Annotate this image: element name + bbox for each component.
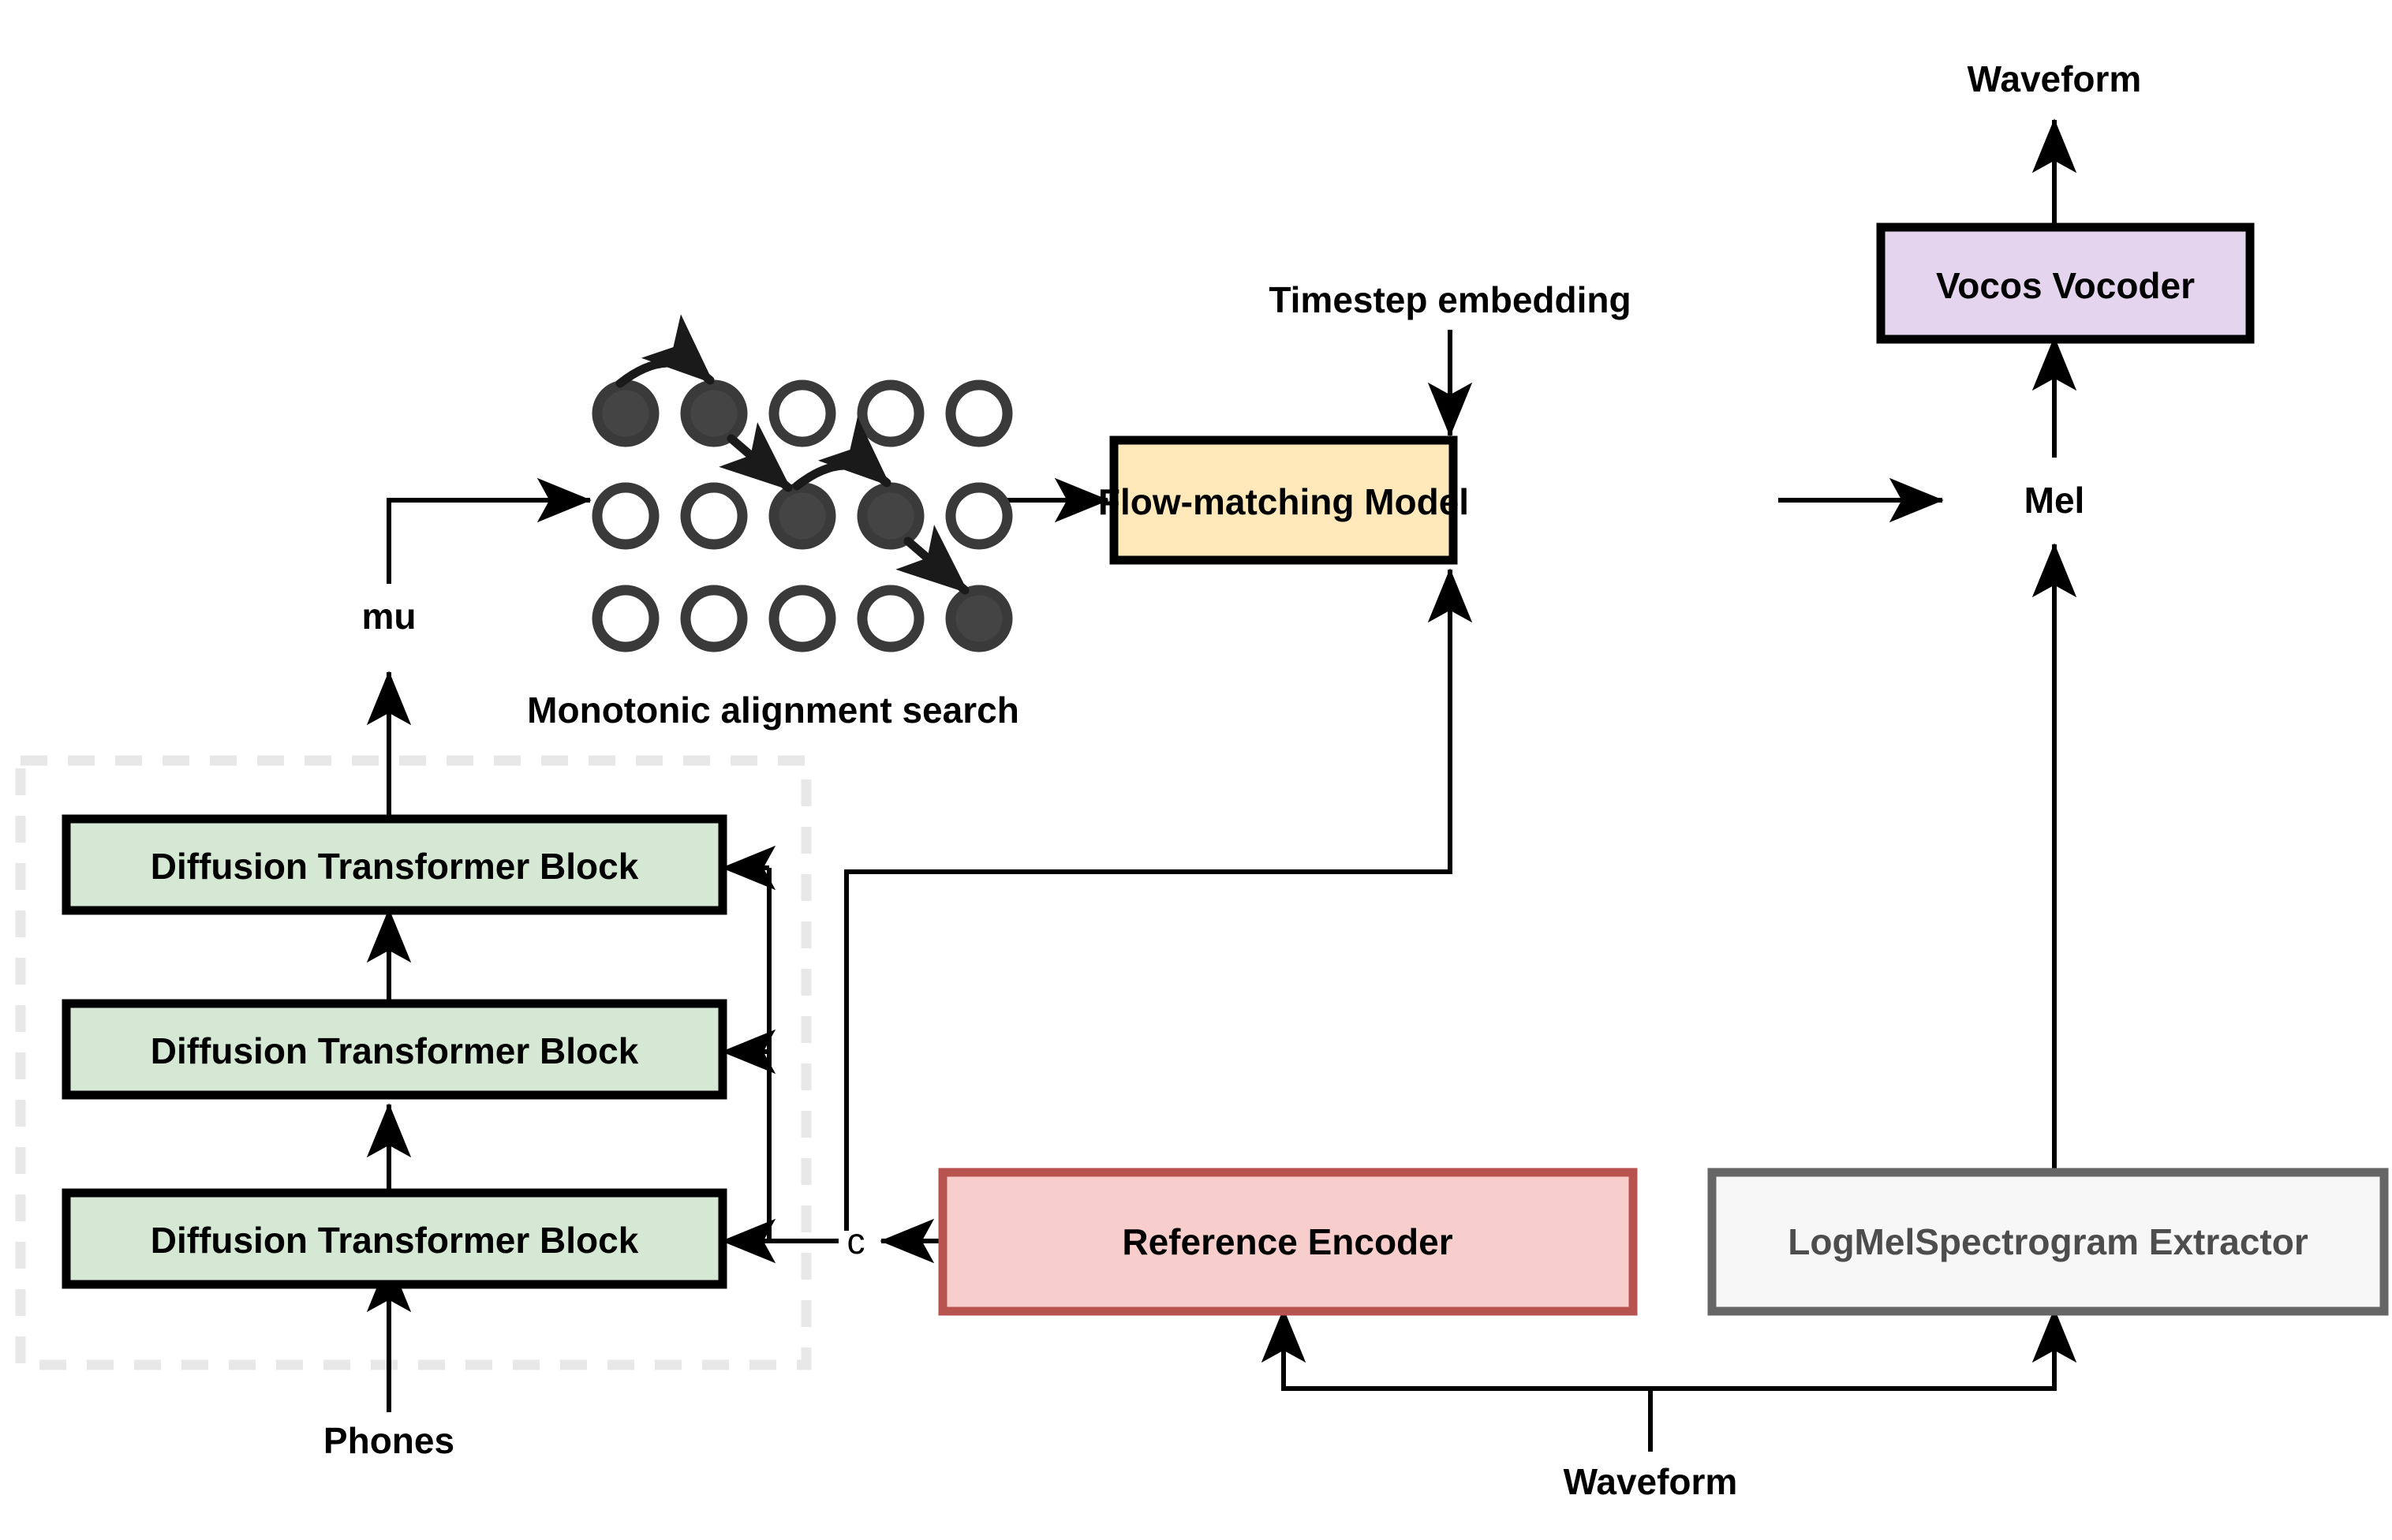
alignment-node-inactive (945, 379, 1013, 447)
logmel-extractor[interactable]: LogMelSpectrogram Extractor (1707, 1168, 2389, 1316)
alignment-node-inactive (592, 482, 660, 550)
c-label: c (847, 1220, 865, 1262)
alignment-node-active (768, 482, 836, 550)
alignment-node-active (857, 482, 925, 550)
edge-mu-to-alignment-grid (387, 477, 592, 584)
alignment-node-inactive (680, 585, 748, 652)
edge-waveform-to-logmel (1650, 1308, 2077, 1391)
diffusion-block-bottom-label: Diffusion Transformer Block (151, 1220, 639, 1261)
phones-label: Phones (323, 1420, 454, 1461)
diffusion-block-mid[interactable]: Diffusion Transformer Block (62, 999, 727, 1100)
diffusion-block-top[interactable]: Diffusion Transformer Block (62, 814, 727, 915)
vocos-vocoder-label: Vocos Vocoder (1936, 265, 2195, 306)
edge-waveform-to-reference-encoder (1261, 1308, 1653, 1452)
waveform-input-label: Waveform (1564, 1461, 1738, 1502)
mu-label: mu (362, 596, 417, 637)
alignment-path-arrow-straight (895, 525, 970, 595)
logmel-extractor-label: LogMelSpectrogram Extractor (1788, 1221, 2308, 1262)
alignment-path-arrow-curved (792, 417, 891, 491)
edge-c-to-flow-model (844, 568, 1473, 1231)
diffusion-block-bottom[interactable]: Diffusion Transformer Block (62, 1188, 727, 1289)
monotonic-alignment-search-label: Monotonic alignment search (527, 690, 1019, 731)
alignment-node-active (592, 379, 660, 447)
alignment-grid (592, 314, 1013, 652)
alignment-node-inactive (857, 379, 925, 447)
mel-label: Mel (2024, 480, 2085, 521)
alignment-path-arrow-straight (719, 422, 793, 492)
alignment-node-inactive (945, 482, 1013, 550)
alignment-node-inactive (592, 585, 660, 652)
vocos-vocoder[interactable]: Vocos Vocoder (1876, 222, 2255, 344)
diagram-root: Diffusion Transformer Block Diffusion Tr… (0, 0, 2392, 1540)
alignment-node-active (945, 585, 1013, 652)
alignment-node-inactive (768, 585, 836, 652)
alignment-node-inactive (768, 379, 836, 447)
flow-matching-model-label: Flow-matching Model (1098, 481, 1469, 522)
alignment-node-active (680, 379, 748, 447)
timestep-embedding-label: Timestep embedding (1269, 279, 1631, 320)
diffusion-block-top-label: Diffusion Transformer Block (151, 846, 639, 887)
diffusion-block-mid-label: Diffusion Transformer Block (151, 1030, 639, 1071)
diagram-canvas: Diffusion Transformer Block Diffusion Tr… (15, 58, 2389, 1502)
alignment-node-inactive (857, 585, 925, 652)
reference-encoder[interactable]: Reference Encoder (938, 1168, 1638, 1316)
reference-encoder-label: Reference Encoder (1122, 1221, 1452, 1262)
waveform-output-label: Waveform (1968, 58, 2142, 99)
alignment-path-arrow-curved (615, 314, 715, 388)
flow-matching-model[interactable]: Flow-matching Model (1098, 435, 1469, 565)
alignment-node-inactive (680, 482, 748, 550)
